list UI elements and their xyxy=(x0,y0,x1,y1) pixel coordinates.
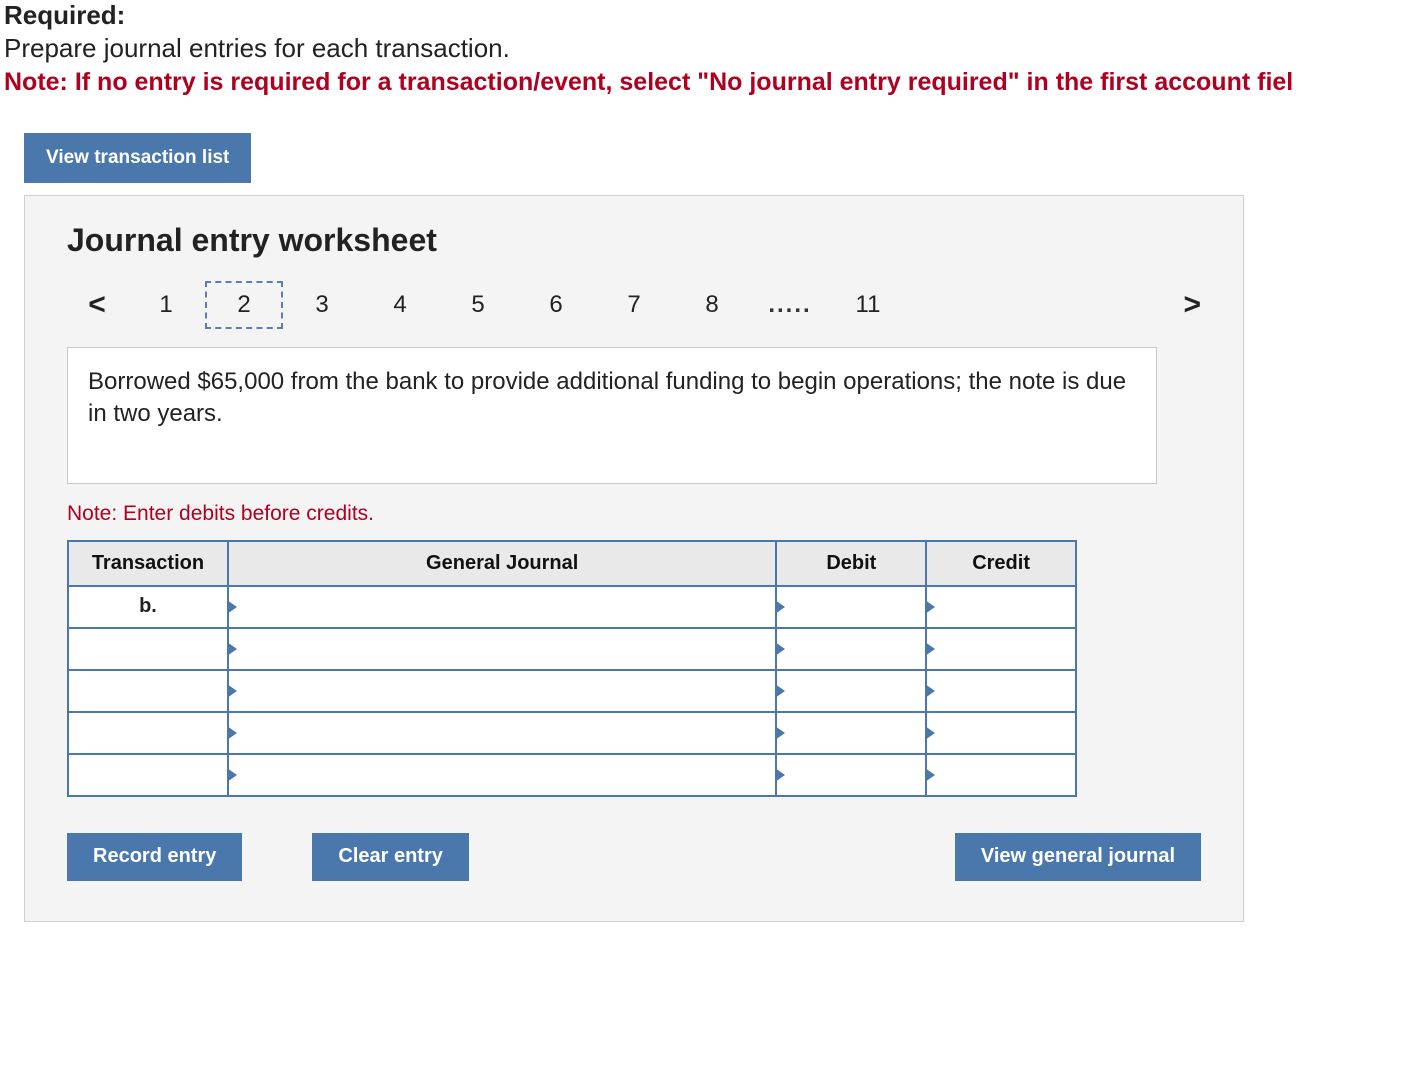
cell-debit[interactable] xyxy=(776,628,926,670)
col-header-debit: Debit xyxy=(776,541,926,586)
pager-next-icon[interactable]: > xyxy=(1141,288,1201,322)
cell-debit[interactable] xyxy=(776,754,926,796)
cell-credit[interactable] xyxy=(926,670,1076,712)
cell-credit[interactable] xyxy=(926,586,1076,628)
cell-general-journal[interactable] xyxy=(228,628,777,670)
cell-general-journal[interactable] xyxy=(228,754,777,796)
cell-debit[interactable] xyxy=(776,670,926,712)
col-header-credit: Credit xyxy=(926,541,1076,586)
required-note: Note: If no entry is required for a tran… xyxy=(4,68,1414,97)
debits-before-credits-note: Note: Enter debits before credits. xyxy=(67,502,1201,526)
view-transaction-list-button[interactable]: View transaction list xyxy=(24,133,251,183)
pager-item-2[interactable]: 2 xyxy=(205,281,283,329)
clear-entry-button[interactable]: Clear entry xyxy=(312,833,469,881)
cell-credit[interactable] xyxy=(926,754,1076,796)
col-header-transaction: Transaction xyxy=(68,541,228,586)
table-row xyxy=(68,628,1076,670)
required-heading: Required: xyxy=(4,0,1414,31)
cell-transaction xyxy=(68,712,228,754)
required-body: Prepare journal entries for each transac… xyxy=(4,33,1414,64)
pager: < 1 2 3 4 5 6 7 8 ..... 11 > xyxy=(67,281,1201,329)
cell-credit[interactable] xyxy=(926,628,1076,670)
worksheet-panel: Journal entry worksheet < 1 2 3 4 5 6 7 … xyxy=(24,195,1244,922)
cell-transaction: b. xyxy=(68,586,228,628)
pager-item-6[interactable]: 6 xyxy=(517,281,595,329)
cell-general-journal[interactable] xyxy=(228,670,777,712)
cell-debit[interactable] xyxy=(776,712,926,754)
pager-item-1[interactable]: 1 xyxy=(127,281,205,329)
pager-ellipsis: ..... xyxy=(751,291,829,319)
col-header-general-journal: General Journal xyxy=(228,541,777,586)
cell-debit[interactable] xyxy=(776,586,926,628)
pager-item-8[interactable]: 8 xyxy=(673,281,751,329)
table-row xyxy=(68,670,1076,712)
cell-credit[interactable] xyxy=(926,712,1076,754)
pager-item-7[interactable]: 7 xyxy=(595,281,673,329)
cell-transaction xyxy=(68,754,228,796)
pager-item-3[interactable]: 3 xyxy=(283,281,361,329)
pager-item-4[interactable]: 4 xyxy=(361,281,439,329)
record-entry-button[interactable]: Record entry xyxy=(67,833,242,881)
table-row: b. xyxy=(68,586,1076,628)
cell-general-journal[interactable] xyxy=(228,586,777,628)
worksheet-title: Journal entry worksheet xyxy=(67,222,1201,259)
cell-transaction xyxy=(68,628,228,670)
transaction-description: Borrowed $65,000 from the bank to provid… xyxy=(67,347,1157,484)
pager-item-11[interactable]: 11 xyxy=(829,281,907,329)
cell-transaction xyxy=(68,670,228,712)
table-row xyxy=(68,712,1076,754)
pager-item-5[interactable]: 5 xyxy=(439,281,517,329)
journal-entry-table: Transaction General Journal Debit Credit… xyxy=(67,540,1077,797)
pager-prev-icon[interactable]: < xyxy=(67,288,127,322)
cell-general-journal[interactable] xyxy=(228,712,777,754)
view-general-journal-button[interactable]: View general journal xyxy=(955,833,1201,881)
table-row xyxy=(68,754,1076,796)
